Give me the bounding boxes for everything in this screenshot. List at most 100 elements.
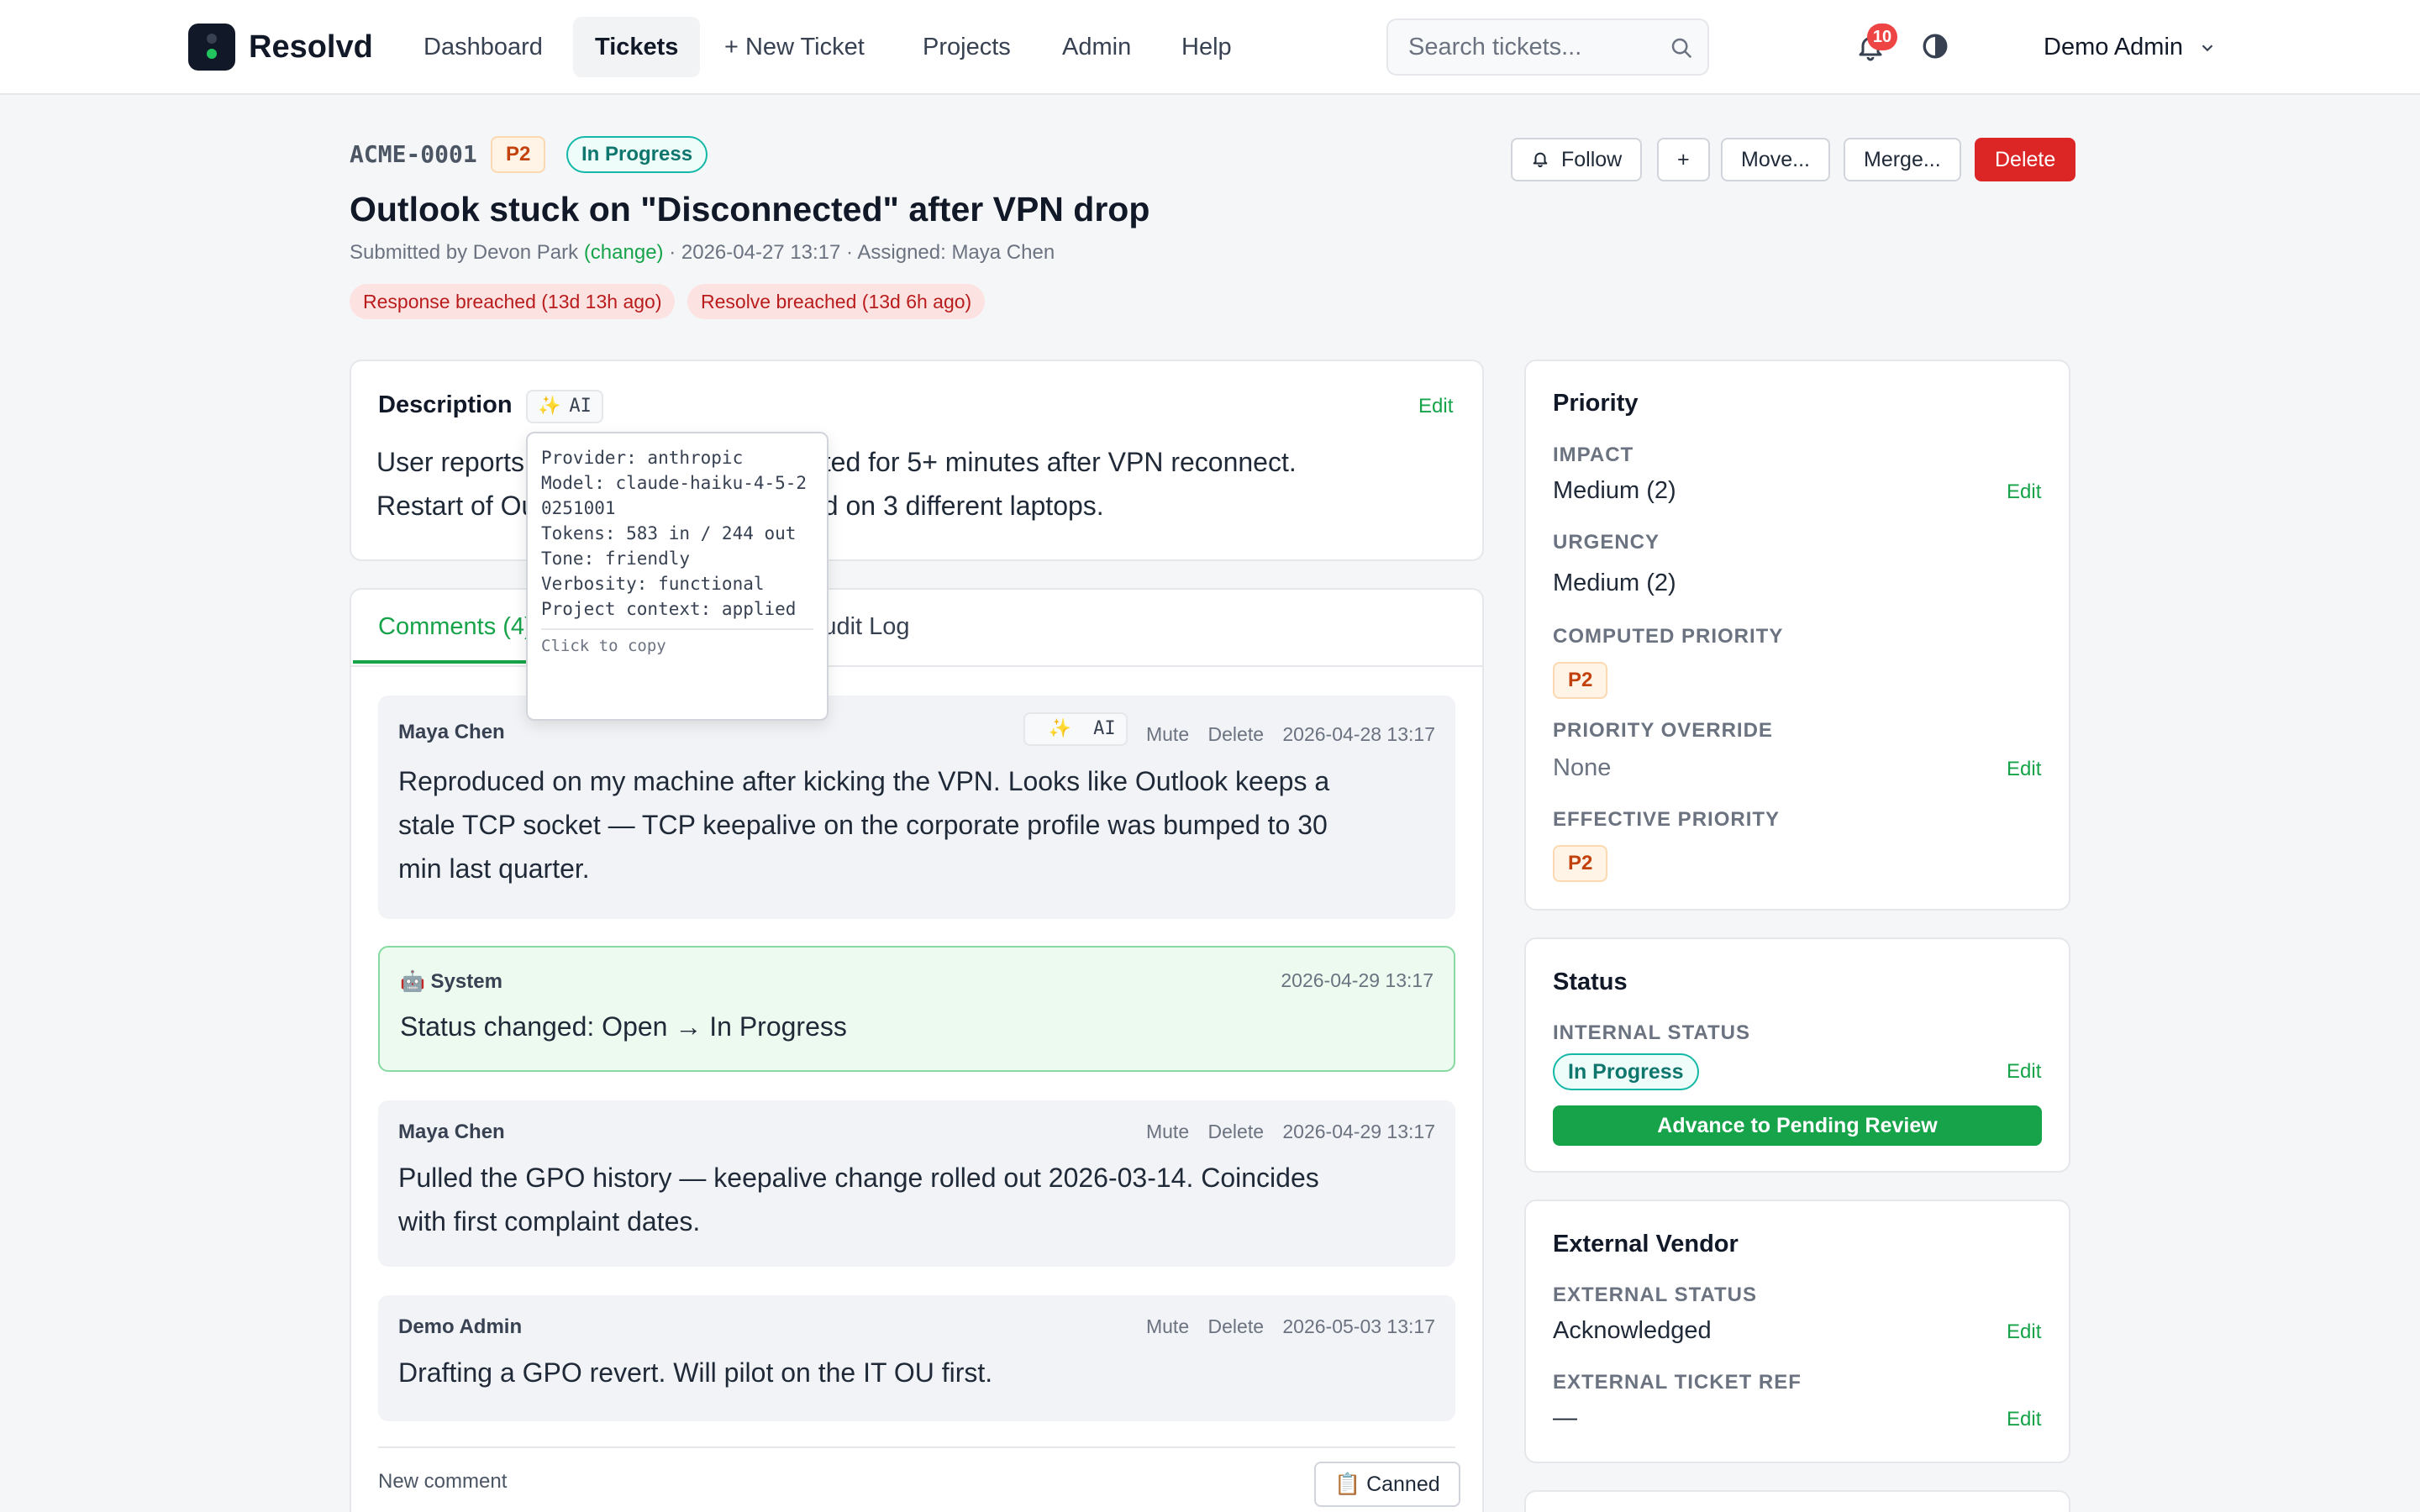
ai-chip-label: AI xyxy=(569,396,592,417)
submitted-by-text: Submitted by Devon Park xyxy=(350,241,579,264)
external-vendor-heading: External Vendor xyxy=(1553,1231,1739,1257)
external-status-label: EXTERNAL STATUS xyxy=(1553,1284,1758,1306)
comment-meta: Mute Delete 2026-04-29 13:17 xyxy=(1133,1121,1435,1143)
new-comment-divider xyxy=(378,1446,1455,1448)
external-ref-value: — xyxy=(1553,1404,1577,1431)
comment-body: Status changed: Open → In Progress xyxy=(400,1011,847,1042)
status-edit-link[interactable]: Edit xyxy=(2007,1060,2041,1084)
comment-line: with first complaint dates. xyxy=(398,1206,701,1236)
comment-body: Drafting a GPO revert. Will pilot on the… xyxy=(398,1357,993,1388)
notification-count-badge[interactable]: 10 xyxy=(1867,24,1897,50)
nav-dashboard[interactable]: Dashboard xyxy=(402,17,565,77)
theme-toggle-icon[interactable] xyxy=(1921,32,1949,60)
top-navigation: Resolvd Dashboard Tickets + New Ticket P… xyxy=(0,0,2420,95)
brand-name[interactable]: Resolvd xyxy=(249,25,373,69)
priority-override-value: None xyxy=(1553,754,1612,781)
impact-value: Medium (2) xyxy=(1553,477,1676,504)
description-heading: Description xyxy=(378,391,513,418)
tooltip-copy-hint[interactable]: Click to copy xyxy=(541,637,813,655)
tab-comments[interactable]: Comments (4) xyxy=(353,608,533,664)
nav-admin[interactable]: Admin xyxy=(1040,17,1153,77)
ai-info-tooltip[interactable]: Provider: anthropic Model: claude-haiku-… xyxy=(526,432,829,721)
comment-line: stale TCP socket — TCP keepalive on the … xyxy=(398,810,1328,840)
change-submitter-link[interactable]: (change) xyxy=(584,241,664,264)
canned-responses-button[interactable]: 📋 Canned xyxy=(1314,1462,1460,1507)
merge-button[interactable]: Merge... xyxy=(1844,138,1961,181)
urgency-label: URGENCY xyxy=(1553,531,1660,554)
internal-status-label: INTERNAL STATUS xyxy=(1553,1021,1750,1044)
urgency-value: Medium (2) xyxy=(1553,570,1676,596)
comment-timestamp: 2026-04-28 13:17 xyxy=(1282,723,1435,745)
impact-edit-link[interactable]: Edit xyxy=(2007,480,2041,504)
nav-new-ticket[interactable]: + New Ticket xyxy=(702,17,886,77)
comment-ai-chip[interactable]: ✨ AI xyxy=(1023,712,1128,746)
user-menu[interactable]: Demo Admin xyxy=(2044,25,2183,69)
tooltip-tokens: Tokens: 583 in / 244 out xyxy=(541,523,797,543)
comment-item: Maya Chen ✨ AI Mute Delete 2026-04-28 13:… xyxy=(378,696,1455,919)
follow-button[interactable]: Follow xyxy=(1511,138,1643,181)
status-heading: Status xyxy=(1553,969,1628,995)
impact-label: IMPACT xyxy=(1553,444,1634,466)
chevron-down-icon[interactable] xyxy=(2198,39,2217,57)
priority-badge: P2 xyxy=(491,136,546,173)
add-button[interactable]: + xyxy=(1657,138,1710,181)
external-status-edit-link[interactable]: Edit xyxy=(2007,1320,2041,1344)
comment-line: Pulled the GPO history — keepalive chang… xyxy=(398,1163,1319,1193)
comment-line: Reproduced on my machine after kicking t… xyxy=(398,766,1330,796)
comment-mute-link[interactable]: Mute xyxy=(1146,1315,1189,1337)
computed-priority-badge: P2 xyxy=(1553,662,1608,699)
tooltip-provider: Provider: anthropic xyxy=(541,448,744,468)
tabs-divider xyxy=(351,665,1482,667)
comment-mute-link[interactable]: Mute xyxy=(1146,1121,1189,1142)
move-button[interactable]: Move... xyxy=(1721,138,1830,181)
submitted-meta-text: · 2026-04-27 13:17 · Assigned: Maya Chen xyxy=(669,241,1055,264)
comment-item: Maya Chen Mute Delete 2026-04-29 13:17 P… xyxy=(378,1100,1455,1267)
comment-body: Pulled the GPO history — keepalive chang… xyxy=(398,1156,1423,1243)
comment-author: 🤖 System xyxy=(400,970,502,993)
comment-timestamp: 2026-04-29 13:17 xyxy=(1281,969,1434,991)
comment-body: Reproduced on my machine after kicking t… xyxy=(398,759,1423,890)
comment-delete-link[interactable]: Delete xyxy=(1208,1121,1264,1142)
tooltip-project-context: Project context: applied xyxy=(541,599,797,619)
priority-override-label: PRIORITY OVERRIDE xyxy=(1553,719,1773,742)
follow-label: Follow xyxy=(1561,148,1623,171)
comment-delete-link[interactable]: Delete xyxy=(1208,723,1264,745)
sparkle-icon: ✨ xyxy=(538,396,561,417)
resolve-breach-badge: Resolve breached (13d 6h ago) xyxy=(687,284,986,319)
comment-meta: ✨ AI Mute Delete 2026-04-28 13:17 xyxy=(1010,712,1435,753)
tooltip-model: Model: claude-haiku-4-5-20251001 xyxy=(541,473,808,518)
external-ref-edit-link[interactable]: Edit xyxy=(2007,1408,2041,1431)
ticket-submitted-line: Submitted by Devon Park (change) · 2026-… xyxy=(350,239,1055,267)
comment-delete-link[interactable]: Delete xyxy=(1208,1315,1264,1337)
computed-priority-label: COMPUTED PRIORITY xyxy=(1553,625,1784,648)
comment-timestamp: 2026-04-29 13:17 xyxy=(1282,1121,1435,1142)
search-icon[interactable] xyxy=(1669,35,1694,60)
comment-item: Demo Admin Mute Delete 2026-05-03 13:17 … xyxy=(378,1295,1455,1421)
tooltip-tone: Tone: friendly xyxy=(541,549,691,569)
description-edit-link[interactable]: Edit xyxy=(1418,395,1453,418)
comment-author: Maya Chen xyxy=(398,721,505,743)
description-ai-chip[interactable]: ✨ AI xyxy=(526,390,603,423)
comment-timestamp: 2026-05-03 13:17 xyxy=(1282,1315,1435,1337)
effective-priority-badge: P2 xyxy=(1553,845,1608,882)
comment-meta: Mute Delete 2026-05-03 13:17 xyxy=(1133,1315,1435,1338)
search-box xyxy=(1386,18,1709,76)
advance-status-button[interactable]: Advance to Pending Review xyxy=(1553,1105,2042,1146)
override-edit-link[interactable]: Edit xyxy=(2007,758,2041,781)
ticket-title: Outlook stuck on "Disconnected" after VP… xyxy=(350,190,1150,228)
effective-priority-label: EFFECTIVE PRIORITY xyxy=(1553,808,1781,831)
next-sidebar-card xyxy=(1524,1490,2070,1512)
search-input[interactable] xyxy=(1408,20,1660,74)
response-breach-badge: Response breached (13d 13h ago) xyxy=(350,284,676,319)
nav-help[interactable]: Help xyxy=(1160,17,1254,77)
nav-projects[interactable]: Projects xyxy=(901,17,1033,77)
delete-button[interactable]: Delete xyxy=(1975,138,2076,181)
tooltip-verbosity: Verbosity: functional xyxy=(541,574,765,594)
comment-mute-link[interactable]: Mute xyxy=(1146,723,1189,745)
logo-icon[interactable] xyxy=(188,24,235,71)
nav-tickets[interactable]: Tickets xyxy=(573,17,701,77)
status-badge: In Progress xyxy=(566,136,708,173)
new-comment-label: New comment xyxy=(378,1470,508,1493)
system-comment-item: 🤖 System 2026-04-29 13:17 Status changed… xyxy=(378,946,1455,1072)
internal-status-badge: In Progress xyxy=(1553,1053,1699,1090)
